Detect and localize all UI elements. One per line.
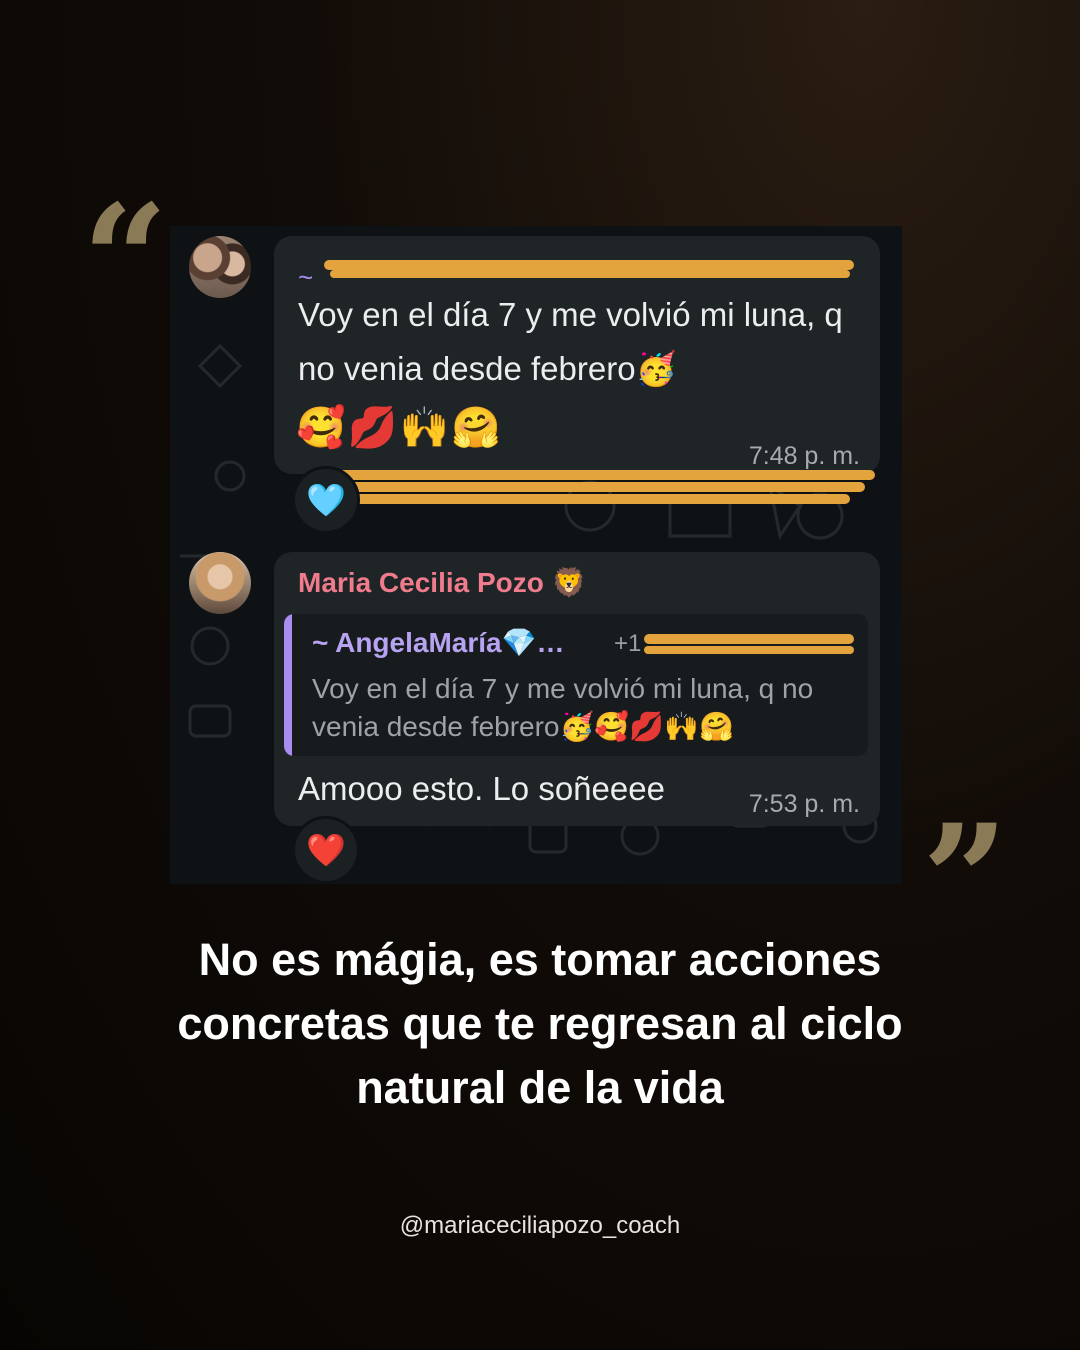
open-quote-icon: “ <box>82 172 169 348</box>
message-text: Amooo esto. Lo soñeeee <box>298 770 665 807</box>
social-handle: @mariaceciliapozo_coach <box>399 1212 681 1239</box>
redaction-scribble <box>644 634 854 644</box>
quoted-text: Voy en el día 7 y me volvió mi luna, q n… <box>312 673 814 742</box>
redaction-scribble <box>330 270 850 278</box>
reaction-heart-red[interactable]: ❤️ <box>292 816 360 884</box>
chat-screenshot: ~ Voy en el día 7 y me volvió mi luna, q… <box>170 226 902 884</box>
headline: No es mágia, es tomar acciones concretas… <box>177 934 903 1113</box>
reaction-heart-blue[interactable]: 🩵 <box>292 466 360 534</box>
message-bubble-angela[interactable]: ~ Voy en el día 7 y me volvió mi luna, q… <box>274 236 880 474</box>
redaction-scribble <box>644 646 854 654</box>
message-timestamp: 7:48 p. m. <box>748 442 860 470</box>
message-timestamp: 7:53 p. m. <box>748 790 860 818</box>
quoted-message[interactable]: ~ AngelaMaría💎… +1 Voy en el día 7 y me … <box>284 614 868 756</box>
redaction-scribble <box>330 470 875 480</box>
quoted-sender-name: ~ AngelaMaría💎… <box>312 627 565 658</box>
avatar-maria-cecilia[interactable] <box>189 552 251 614</box>
message-text: Voy en el día 7 y me volvió mi luna, q n… <box>298 296 843 387</box>
message-bubble-maria[interactable]: Maria Cecilia Pozo 🦁 ~ AngelaMaría💎… +1 … <box>274 552 880 826</box>
sender-name: Maria Cecilia Pozo 🦁 <box>298 567 587 598</box>
redaction-scribble <box>350 494 850 504</box>
avatar-angela[interactable] <box>189 236 251 298</box>
redaction-scribble <box>340 482 865 492</box>
quoted-phone: +1 <box>614 630 642 657</box>
redaction-scribble <box>324 260 854 270</box>
quote-accent-bar <box>284 614 292 756</box>
message-emojis: 🥰💋🙌🤗 <box>296 406 504 450</box>
